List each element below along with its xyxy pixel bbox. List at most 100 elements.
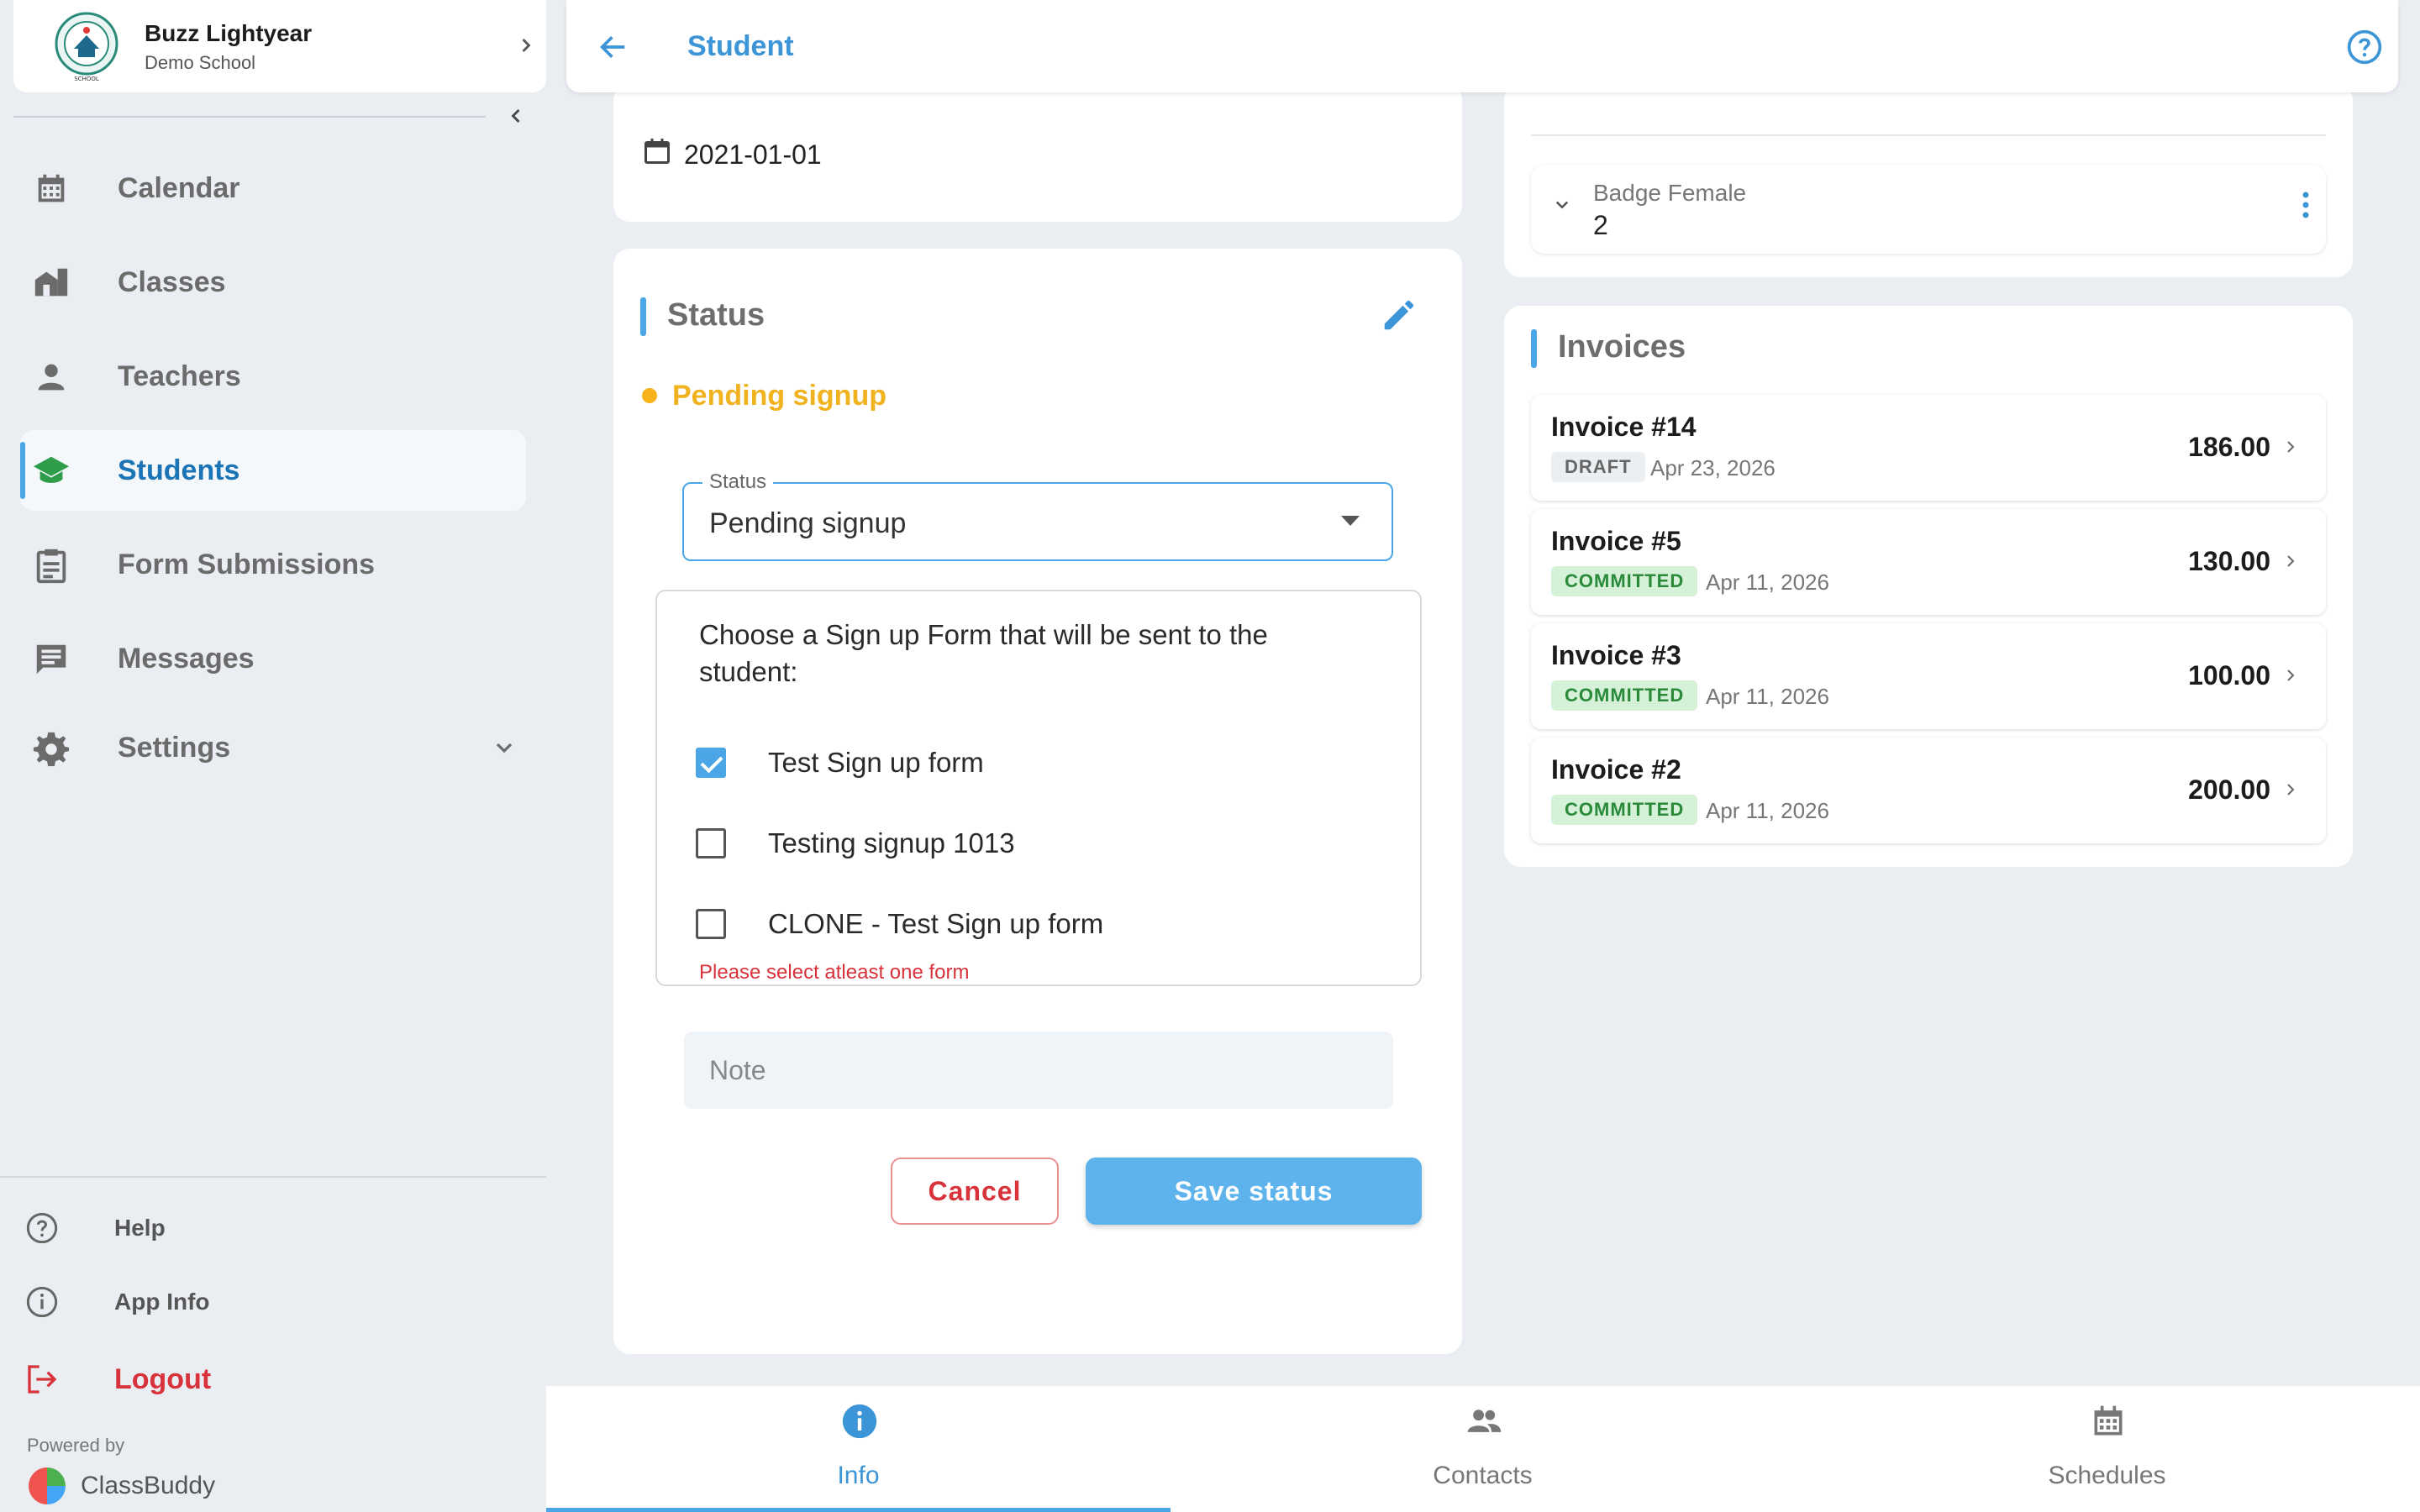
school-switcher[interactable]: SCHOOL Buzz Lightyear Demo School <box>13 0 546 92</box>
logout-button[interactable]: Logout <box>25 1354 211 1404</box>
calendar-icon <box>644 139 670 164</box>
invoice-amount: 186.00 <box>2188 432 2270 462</box>
tab-contacts[interactable]: Contacts <box>1171 1386 1795 1512</box>
sidebar-item-label: Form Submissions <box>118 548 376 580</box>
cancel-button[interactable]: Cancel <box>891 1158 1059 1225</box>
divider <box>0 1176 546 1178</box>
invoice-row[interactable]: Invoice #3 COMMITTED Apr 11, 2026 100.00 <box>1531 623 2326 729</box>
sidebar-item-calendar[interactable]: Calendar <box>20 148 526 228</box>
sidebar-item-label: Messages <box>118 642 255 675</box>
badge-item[interactable]: Badge Female 2 <box>1531 165 2326 254</box>
invoice-date: Apr 11, 2026 <box>1706 570 1829 595</box>
school-subtitle: Demo School <box>145 52 256 73</box>
badge-value: 2 <box>1593 210 1608 240</box>
logout-icon <box>28 1365 57 1394</box>
edit-pencil-icon[interactable] <box>1380 296 1418 334</box>
form-option-clone-test-sign-up-form[interactable]: CLONE - Test Sign up form <box>696 906 1103 942</box>
form-option-test-sign-up-form[interactable]: Test Sign up form <box>696 744 984 781</box>
help-circle-icon <box>26 1212 58 1244</box>
signup-form-chooser: Choose a Sign up Form that will be sent … <box>655 590 1422 986</box>
app-info-label: App Info <box>114 1289 210 1315</box>
sidebar: SCHOOL Buzz Lightyear Demo School Calend… <box>0 0 546 1512</box>
chevron-right-icon <box>522 39 531 52</box>
contacts-icon <box>1467 1410 1502 1432</box>
invoice-date: Apr 11, 2026 <box>1706 684 1829 709</box>
powered-by-text: Powered by <box>27 1435 125 1456</box>
invoice-date: Apr 11, 2026 <box>1706 798 1829 823</box>
clipboard-icon <box>36 549 66 584</box>
chevron-right-icon <box>2287 555 2295 567</box>
calendar-icon <box>38 174 65 202</box>
section-title: Status <box>667 297 765 333</box>
status-select[interactable]: Status Pending signup <box>682 470 1393 561</box>
help-link[interactable]: Help <box>25 1203 166 1253</box>
active-indicator <box>20 442 25 499</box>
status-select-label: Status <box>702 470 774 494</box>
more-vert-icon[interactable] <box>2292 188 2319 222</box>
tab-schedules[interactable]: Schedules <box>1795 1386 2419 1512</box>
sidebar-item-form-submissions[interactable]: Form Submissions <box>20 524 526 605</box>
chevron-right-icon <box>2287 669 2295 681</box>
brand: ClassBuddy <box>27 1465 215 1507</box>
classbuddy-logo <box>29 1467 66 1504</box>
date-card: 2021-01-01 <box>613 84 1462 222</box>
school-logo: SCHOOL <box>55 12 118 82</box>
calendar-icon <box>2094 1405 2123 1436</box>
invoice-row[interactable]: Invoice #14 DRAFT Apr 23, 2026 186.00 <box>1531 395 2326 501</box>
tab-label: Info <box>837 1462 880 1489</box>
sidebar-item-messages[interactable]: Messages <box>20 618 526 699</box>
message-icon <box>36 644 66 675</box>
checkbox-unchecked[interactable] <box>696 909 726 939</box>
form-option-testing-signup-1013[interactable]: Testing signup 1013 <box>696 825 1015 862</box>
previous-item-edge <box>1531 134 2326 136</box>
chevron-right-icon <box>2287 441 2295 453</box>
checkbox-unchecked[interactable] <box>696 828 726 858</box>
save-status-button[interactable]: Save status <box>1086 1158 1422 1225</box>
gear-icon <box>33 732 70 767</box>
dropdown-arrow-icon <box>1341 516 1360 526</box>
invoice-row[interactable]: Invoice #2 COMMITTED Apr 11, 2026 200.00 <box>1531 738 2326 843</box>
sidebar-item-label: Teachers <box>118 360 241 392</box>
tab-label: Contacts <box>1433 1462 1533 1489</box>
back-arrow-icon[interactable] <box>597 30 630 64</box>
current-status-label: Pending signup <box>672 380 886 412</box>
sidebar-item-label: Classes <box>118 265 226 298</box>
app-info-link[interactable]: App Info <box>25 1277 210 1327</box>
classes-icon <box>34 268 68 297</box>
section-accent-bar <box>640 297 646 336</box>
help-circle-icon[interactable] <box>2346 29 2383 66</box>
logout-label: Logout <box>114 1362 212 1395</box>
sidebar-item-classes[interactable]: Classes <box>20 242 526 323</box>
chevron-down-icon[interactable] <box>1549 192 1575 217</box>
invoices-card: Invoices Invoice #14 DRAFT Apr 23, 2026 … <box>1504 306 2353 867</box>
sidebar-item-students[interactable]: Students <box>20 430 526 511</box>
invoice-title: Invoice #3 <box>1551 640 1681 670</box>
section-title: Invoices <box>1558 329 1686 365</box>
status-card: Status Pending signup Status Pending sig… <box>613 249 1462 1354</box>
badge-label: Badge Female <box>1593 180 1747 206</box>
collapse-sidebar-icon[interactable] <box>504 104 528 128</box>
sidebar-item-label: Students <box>118 454 240 486</box>
invoice-amount: 200.00 <box>2188 774 2270 805</box>
school-name: Buzz Lightyear <box>145 20 313 46</box>
status-badge: DRAFT <box>1551 452 1645 482</box>
status-dot <box>642 388 657 403</box>
status-badge: COMMITTED <box>1551 680 1698 711</box>
tab-info[interactable]: Info <box>546 1386 1171 1512</box>
info-circle-icon <box>26 1286 58 1318</box>
form-error-message: Please select atleast one form <box>699 961 970 984</box>
page-title: Student <box>687 30 794 62</box>
checkbox-checked[interactable] <box>696 748 726 778</box>
brand-name: ClassBuddy <box>81 1472 216 1499</box>
form-option-label: CLONE - Test Sign up form <box>768 908 1104 939</box>
chevron-right-icon <box>2287 784 2295 795</box>
sidebar-item-settings[interactable]: Settings <box>20 707 526 788</box>
note-input[interactable]: Note <box>684 1032 1393 1109</box>
top-bar: Student <box>566 0 2398 92</box>
sidebar-item-teachers[interactable]: Teachers <box>20 336 526 417</box>
note-placeholder: Note <box>709 1055 766 1085</box>
section-accent-bar <box>1531 329 1537 368</box>
form-prompt: Choose a Sign up Form that will be sent … <box>699 619 1268 687</box>
invoice-row[interactable]: Invoice #5 COMMITTED Apr 11, 2026 130.00 <box>1531 509 2326 615</box>
status-badge: COMMITTED <box>1551 566 1698 596</box>
